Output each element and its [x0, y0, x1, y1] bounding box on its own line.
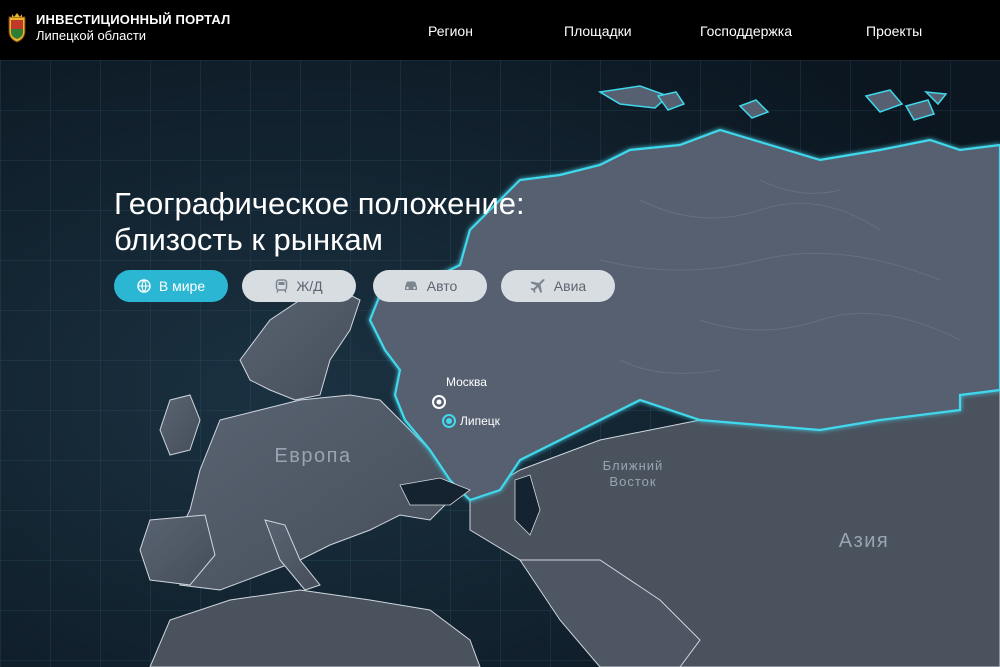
nav-item-projects[interactable]: Проекты [866, 22, 922, 40]
mode-button-air[interactable]: Авиа [501, 270, 615, 302]
region-emblem-logo[interactable] [6, 13, 28, 43]
car-icon [404, 281, 417, 290]
region-label-middle-east-line1: Ближний [603, 458, 664, 473]
mode-label-world: В мире [158, 278, 206, 294]
city-label-lipetsk: Липецк [460, 414, 501, 428]
mode-label-rail: Ж/Д [296, 278, 323, 294]
train-icon [276, 279, 288, 293]
nav-item-state-support[interactable]: Господдержка [700, 22, 792, 40]
plane-icon [530, 279, 545, 293]
top-header: ИНВЕСТИЦИОННЫЙ ПОРТАЛ Липецкой области Р… [0, 0, 1000, 60]
mode-button-world[interactable]: В мире [114, 270, 228, 302]
nav-item-sites[interactable]: Площадки [564, 22, 632, 40]
world-map[interactable]: Европа Ближний Восток Азия Москва Липецк [0, 60, 1000, 667]
city-marker-lipetsk[interactable]: Липецк [442, 414, 501, 428]
city-label-moscow: Москва [446, 375, 487, 389]
brand-subtitle: Липецкой области [36, 28, 147, 43]
mode-label-auto: Авто [426, 278, 458, 294]
page-title-line2: близость к рынкам [114, 222, 383, 257]
region-label-europe: Европа [274, 445, 351, 467]
brand-title: ИНВЕСТИЦИОННЫЙ ПОРТАЛ [36, 12, 231, 27]
nav-item-region[interactable]: Регион [428, 22, 473, 40]
region-label-middle-east-line2: Восток [609, 474, 656, 489]
globe-icon [137, 279, 151, 293]
mode-button-rail[interactable]: Ж/Д [242, 270, 356, 302]
region-label-asia: Азия [839, 530, 890, 552]
brand[interactable]: ИНВЕСТИЦИОННЫЙ ПОРТАЛ Липецкой области [36, 12, 231, 44]
page-title: Географическое положение: близость к рын… [114, 186, 714, 258]
mode-label-air: Авиа [553, 278, 587, 294]
page-title-line1: Географическое положение: [114, 186, 525, 221]
mode-button-auto[interactable]: Авто [373, 270, 487, 302]
